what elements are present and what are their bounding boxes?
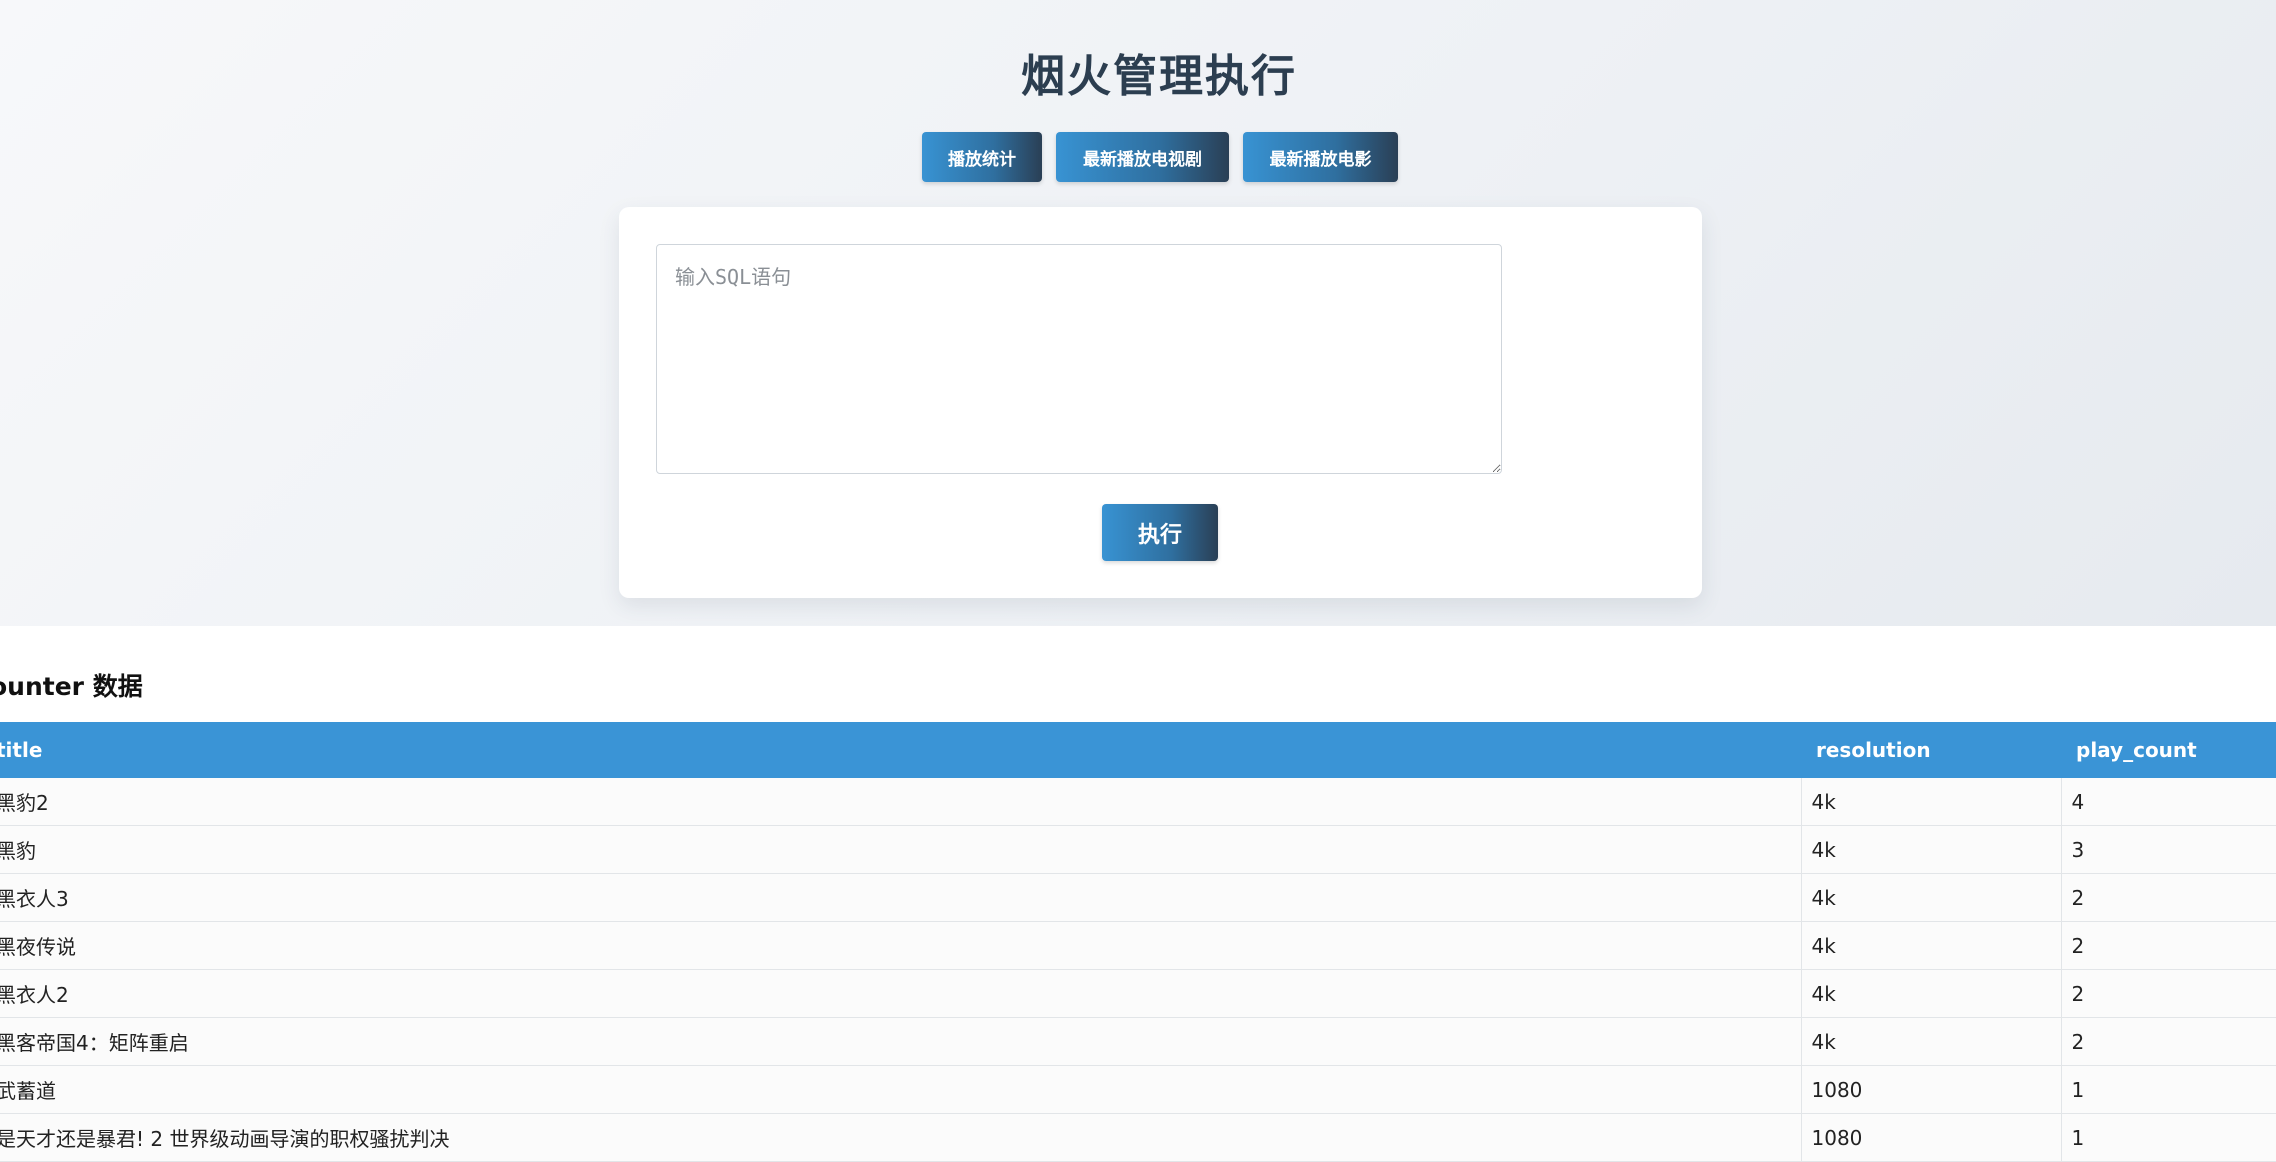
table-row: 黑豹 4k 3 [0, 825, 2276, 874]
table-header-row: title resolution play_count [0, 722, 2276, 778]
table-row: 黑豹2 4k 4 [0, 778, 2276, 826]
page-title: 烟火管理执行 [1021, 51, 1297, 102]
cell-title: 黑夜传说 [0, 921, 1801, 970]
cell-title-text: 黑衣人2 [0, 983, 69, 1007]
cell-play-count: 4 [2060, 778, 2276, 826]
cell-play-count: 3 [2060, 825, 2276, 874]
cell-title-text: 黑夜传说 [0, 935, 76, 959]
cell-title-text: 黑衣人3 [0, 887, 69, 911]
cell-resolution: 4k [1800, 873, 2061, 922]
cell-play-count: 2 [2060, 873, 2276, 922]
data-table: title resolution play_count 黑豹2 4k 4 黑豹 … [0, 722, 2276, 1162]
cell-resolution: 1080 [1800, 1113, 2061, 1162]
cell-title: 黑豹 [0, 825, 1801, 874]
cell-title-text: 武蓄道 [0, 1079, 56, 1103]
cell-resolution: 4k [1800, 825, 2061, 874]
cell-title: 黑衣人3 [0, 873, 1801, 922]
section-title: ounter 数据 [0, 672, 143, 701]
table-row: 黑夜传说 4k 2 [0, 921, 2276, 970]
cell-title-text: 黑豹2 [0, 791, 49, 815]
cell-resolution: 4k [1800, 778, 2061, 826]
table-row: 黑衣人3 4k 2 [0, 873, 2276, 922]
latest-movie-button[interactable]: 最新播放电影 [1243, 132, 1398, 182]
table-row: 武蓄道 1080 1 [0, 1065, 2276, 1114]
cell-play-count: 2 [2060, 969, 2276, 1018]
table-row: 是天才还是暴君! 2 世界级动画导演的职权骚扰判决 1080 1 [0, 1113, 2276, 1162]
column-header-play-count: play_count [2061, 722, 2276, 778]
cell-title-text: 是天才还是暴君! 2 世界级动画导演的职权骚扰判决 [0, 1127, 450, 1151]
column-header-resolution: resolution [1801, 722, 2061, 778]
table-row: 黑衣人2 4k 2 [0, 969, 2276, 1018]
cell-title: 黑客帝国4：矩阵重启 [0, 1017, 1801, 1066]
cell-title-text: 黑豹 [0, 839, 36, 863]
query-card: 执行 [619, 207, 1702, 598]
execute-button[interactable]: 执行 [1102, 504, 1218, 561]
header-area: 烟火管理执行 播放统计 最新播放电视剧 最新播放电影 执行 [0, 0, 2276, 626]
cell-title: 黑衣人2 [0, 969, 1801, 1018]
cell-title: 黑豹2 [0, 778, 1801, 826]
cell-title-text: 黑客帝国4：矩阵重启 [0, 1031, 189, 1055]
cell-play-count: 2 [2060, 921, 2276, 970]
cell-resolution: 4k [1800, 921, 2061, 970]
cell-play-count: 1 [2060, 1113, 2276, 1162]
cell-resolution: 4k [1800, 969, 2061, 1018]
column-header-title-label: title [0, 738, 43, 762]
cell-play-count: 1 [2060, 1065, 2276, 1114]
cell-title: 武蓄道 [0, 1065, 1801, 1114]
latest-tv-button[interactable]: 最新播放电视剧 [1056, 132, 1229, 182]
cell-resolution: 1080 [1800, 1065, 2061, 1114]
play-stats-button[interactable]: 播放统计 [922, 132, 1042, 182]
sql-input[interactable] [656, 244, 1502, 474]
column-header-title: title [0, 722, 1801, 778]
cell-resolution: 4k [1800, 1017, 2061, 1066]
cell-play-count: 2 [2060, 1017, 2276, 1066]
cell-title: 是天才还是暴君! 2 世界级动画导演的职权骚扰判决 [0, 1113, 1801, 1162]
table-row: 黑客帝国4：矩阵重启 4k 2 [0, 1017, 2276, 1066]
